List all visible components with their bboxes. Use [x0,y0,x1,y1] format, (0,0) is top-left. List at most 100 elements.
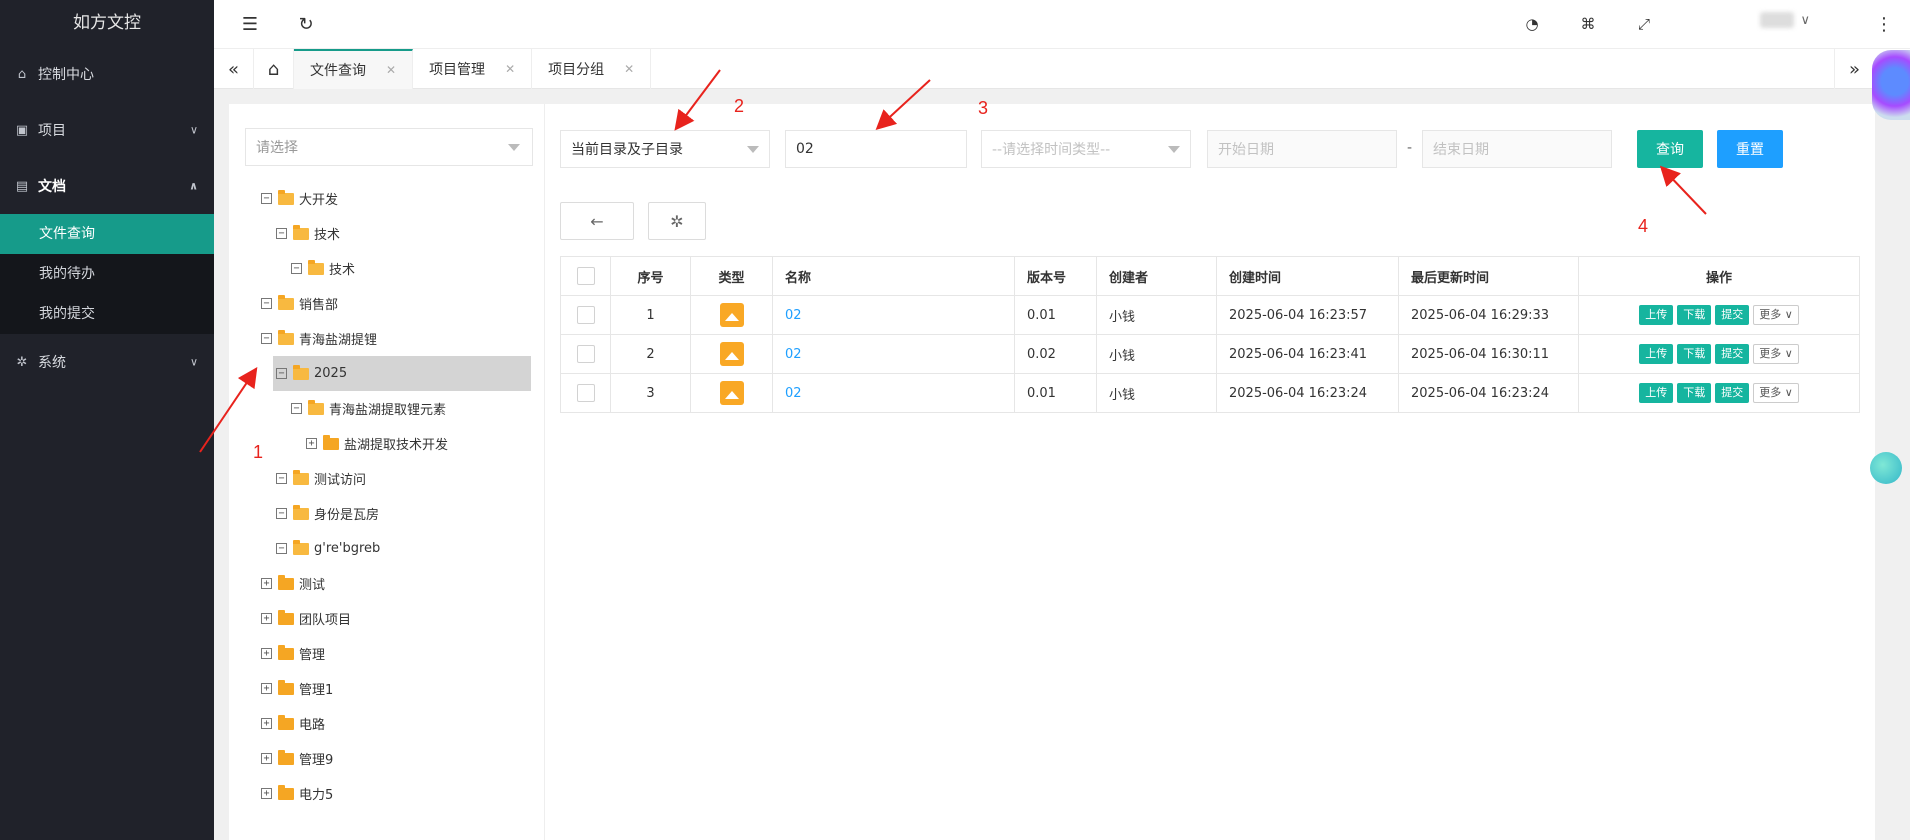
close-icon[interactable]: ✕ [624,62,634,76]
tree-node[interactable]: + 团队项目 [261,601,351,636]
user-menu[interactable]: ∨ [1760,12,1810,28]
file-name-link[interactable]: 02 [785,347,802,362]
expand-icon[interactable]: + [261,718,272,729]
tree-node[interactable]: − 身份是瓦房 [276,496,379,531]
close-icon[interactable]: ✕ [505,62,515,76]
chat-widget-icon[interactable] [1870,452,1902,484]
collapse-icon[interactable]: − [261,193,272,204]
sidebar-item-document[interactable]: ▤ 文档 ∧ [0,158,214,214]
upload-button[interactable]: 上传 [1639,383,1674,403]
submit-button[interactable]: 提交 [1715,383,1750,403]
menu-collapse-icon[interactable]: ☰ [238,12,262,36]
tree-node[interactable]: + 管理1 [261,671,333,706]
theme-icon[interactable]: ◔ [1520,12,1544,36]
collapse-icon[interactable]: − [276,228,287,239]
tree-node-selected[interactable]: − 2025 [273,356,531,391]
end-date-input[interactable]: 结束日期 [1422,130,1612,168]
file-name-link[interactable]: 02 [785,308,802,323]
sidebar-item-system[interactable]: ✲ 系统 ∨ [0,334,214,390]
submenu-my-submit[interactable]: 我的提交 [0,294,214,334]
close-icon[interactable]: ✕ [386,63,396,77]
row-select-cell[interactable] [560,295,611,335]
tree-node[interactable]: − 测试访问 [276,461,366,496]
expand-icon[interactable]: + [261,578,272,589]
row-name[interactable]: 02 [772,334,1015,374]
start-date-input[interactable]: 开始日期 [1207,130,1397,168]
download-button[interactable]: 下载 [1677,383,1712,403]
collapse-icon[interactable]: − [291,403,302,414]
query-button[interactable]: 查询 [1637,130,1703,168]
tabs-scroll-left-icon[interactable]: « [214,49,254,89]
tree-node[interactable]: − 青海盐湖提锂 [261,321,377,356]
row-checkbox[interactable] [576,384,595,402]
time-type-select[interactable]: --请选择时间类型-- [981,130,1191,168]
row-select-cell[interactable] [560,373,611,413]
collapse-icon[interactable]: − [276,543,287,554]
tree-node[interactable]: − g're'bgreb [276,531,380,566]
collapse-icon[interactable]: − [276,368,287,379]
refresh-icon[interactable]: ↻ [294,12,318,36]
sidebar-item-control-center[interactable]: ⌂ 控制中心 [0,46,214,102]
tree-node[interactable]: − 大开发 [261,181,338,216]
tree-node[interactable]: + 管理9 [261,741,333,776]
tree-node[interactable]: − 技术 [276,216,340,251]
more-dropdown[interactable]: 更多 ∨ [1753,383,1799,403]
tree-node[interactable]: + 电路 [261,706,325,741]
settings-button[interactable]: ✲ [648,202,706,240]
submit-button[interactable]: 提交 [1715,305,1750,325]
more-dropdown[interactable]: 更多 ∨ [1753,305,1799,325]
select-all-checkbox[interactable] [576,267,595,285]
submenu-my-todo[interactable]: 我的待办 [0,254,214,294]
table-row[interactable]: 1 02 0.01 小钱 2025-06-04 16:23:57 2025-06… [560,295,1860,335]
download-button[interactable]: 下载 [1677,305,1712,325]
tree-node[interactable]: − 青海盐湖提取锂元素 [291,391,446,426]
submenu-file-query[interactable]: 文件查询 [0,214,214,254]
tree-node[interactable]: − 销售部 [261,286,338,321]
expand-icon[interactable]: + [261,788,272,799]
tabs-scroll-right-icon[interactable]: » [1834,49,1874,89]
collapse-icon[interactable]: − [291,263,302,274]
collapse-icon[interactable]: − [261,298,272,309]
back-button[interactable]: ← [560,202,634,240]
collapse-icon[interactable]: − [276,508,287,519]
tag-icon[interactable]: ⌘ [1576,12,1600,36]
tree-select[interactable]: 请选择 [245,128,533,166]
more-vertical-icon[interactable]: ⋮ [1872,12,1896,36]
download-button[interactable]: 下载 [1677,344,1712,364]
tree-node[interactable]: + 盐湖提取技术开发 [306,426,448,461]
row-checkbox[interactable] [576,345,595,363]
reset-button[interactable]: 重置 [1717,130,1783,168]
tree-node[interactable]: − 技术 [291,251,355,286]
more-dropdown[interactable]: 更多 ∨ [1753,344,1799,364]
select-all-cell[interactable] [560,256,611,296]
tab-project-management[interactable]: 项目管理 ✕ [413,49,533,89]
upload-button[interactable]: 上传 [1639,305,1674,325]
row-name[interactable]: 02 [772,373,1015,413]
expand-icon[interactable]: + [261,683,272,694]
expand-icon[interactable]: + [261,613,272,624]
tree-node[interactable]: + 管理 [261,636,325,671]
collapse-icon[interactable]: − [276,473,287,484]
keyword-input[interactable]: 02 [785,130,967,168]
fullscreen-icon[interactable]: ⤢ [1632,12,1656,36]
file-name-link[interactable]: 02 [785,386,802,401]
row-name[interactable]: 02 [772,295,1015,335]
tree-node[interactable]: + 电力5 [261,776,333,811]
collapse-icon[interactable]: − [261,333,272,344]
row-checkbox[interactable] [576,306,595,324]
assistant-widget[interactable] [1872,50,1910,120]
table-row[interactable]: 3 02 0.01 小钱 2025-06-04 16:23:24 2025-06… [560,373,1860,413]
expand-icon[interactable]: + [261,648,272,659]
upload-button[interactable]: 上传 [1639,344,1674,364]
scope-select[interactable]: 当前目录及子目录 [560,130,770,168]
expand-icon[interactable]: + [306,438,317,449]
tab-project-group[interactable]: 项目分组 ✕ [532,49,652,89]
table-row[interactable]: 2 02 0.02 小钱 2025-06-04 16:23:41 2025-06… [560,334,1860,374]
tab-home-icon[interactable]: ⌂ [254,49,294,89]
tab-file-query[interactable]: 文件查询 ✕ [294,49,414,89]
sidebar-item-project[interactable]: ▣ 项目 ∨ [0,102,214,158]
submit-button[interactable]: 提交 [1715,344,1750,364]
tree-node[interactable]: + 测试 [261,566,325,601]
row-select-cell[interactable] [560,334,611,374]
expand-icon[interactable]: + [261,753,272,764]
